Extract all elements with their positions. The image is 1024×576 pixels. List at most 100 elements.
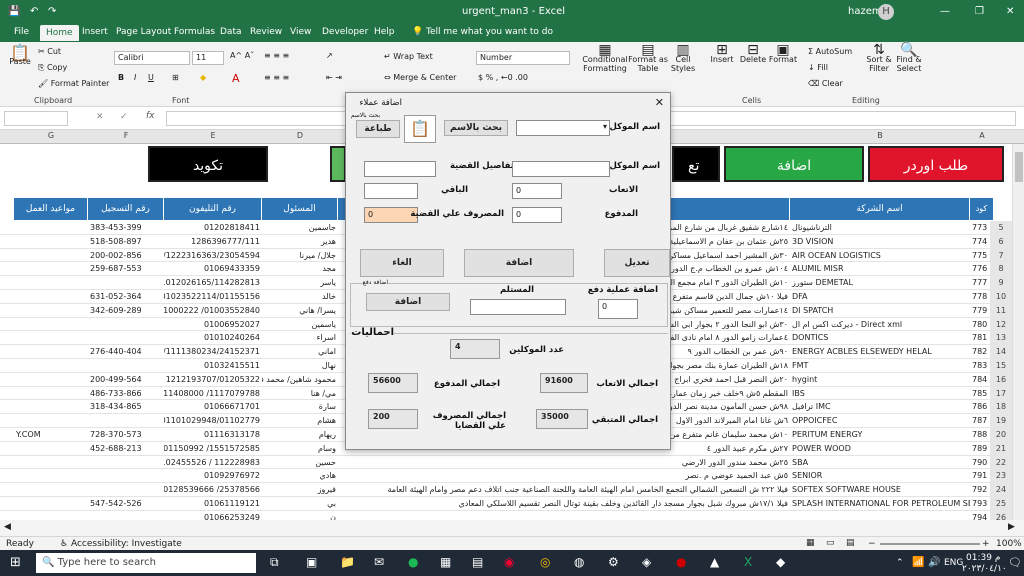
search-by-name-button[interactable]: بحث بالاسم xyxy=(444,120,508,136)
settings-icon[interactable]: ⚙ xyxy=(608,555,619,569)
row-header[interactable]: 5 xyxy=(990,221,1012,235)
cell-code[interactable]: 778 xyxy=(970,292,990,301)
mail-icon[interactable]: ✉ xyxy=(374,555,384,569)
cell-resp[interactable]: ريهام xyxy=(262,430,338,439)
cell-company[interactable]: SPLASH INTERNATIONAL FOR PETROLEUM SER xyxy=(790,499,970,508)
cell-resp[interactable]: مي/ هنا xyxy=(262,389,338,398)
takweed-button[interactable]: تكويد xyxy=(148,146,268,182)
tab-file[interactable]: File xyxy=(10,26,33,38)
cell-resp[interactable]: ياسمين xyxy=(262,320,338,329)
cell-tax[interactable]: 276-440-404 xyxy=(88,347,164,356)
cell-code[interactable]: 782 xyxy=(970,347,990,356)
cell-company[interactable]: hygint xyxy=(790,375,970,384)
cell-code[interactable]: 788 xyxy=(970,430,990,439)
cell-company[interactable]: POWER WOOD xyxy=(790,444,970,453)
merge-center-button[interactable]: ⇔ Merge & Center xyxy=(384,73,456,82)
chrome-icon[interactable]: ◎ xyxy=(540,555,550,569)
cell-tax[interactable]: 383-453-399 xyxy=(88,223,164,232)
cell-phone[interactable]: 01092976972 xyxy=(164,471,262,480)
zoom-slider[interactable] xyxy=(880,543,980,545)
table-row[interactable]: 01092976972 هادي ٥ش عبد الحميد عوضي م .نصر… xyxy=(0,469,1012,484)
receiver-input[interactable] xyxy=(470,299,566,315)
cell-code[interactable]: 793 xyxy=(970,499,990,508)
edit-button[interactable]: تعديل xyxy=(604,249,670,277)
cell-resp[interactable]: محمود شاهين/ محمد فرج xyxy=(262,375,338,384)
app-icon-5[interactable]: ◈ xyxy=(642,555,651,569)
undo-icon[interactable]: ↶ xyxy=(30,6,38,17)
partial-button[interactable]: تع xyxy=(672,146,720,182)
page-layout-icon[interactable]: ▭ xyxy=(826,538,835,548)
cell-phone[interactable]: 1117079788/ 11408000 xyxy=(164,389,262,398)
cell-company[interactable]: SBA xyxy=(790,458,970,467)
green-button-partial[interactable] xyxy=(330,146,346,182)
cell-code[interactable]: 785 xyxy=(970,389,990,398)
cell-resp[interactable]: سارة xyxy=(262,402,338,411)
add-payment-button[interactable]: اضافة xyxy=(366,293,450,311)
cell-code[interactable]: 789 xyxy=(970,444,990,453)
zoom-out-icon[interactable]: − xyxy=(868,539,876,549)
cell-company[interactable]: ALUMIL MISR xyxy=(790,264,970,273)
save-icon[interactable]: 💾 xyxy=(8,6,20,17)
italic-icon[interactable]: I xyxy=(134,73,136,82)
avatar[interactable]: H xyxy=(878,4,894,20)
order-button[interactable]: طلب اوردر xyxy=(868,146,1004,182)
scroll-thumb[interactable] xyxy=(1015,152,1023,182)
cell-company[interactable]: ستورز DEMETAL xyxy=(790,278,970,287)
redo-icon[interactable]: ↷ xyxy=(48,6,56,17)
clipboard-list-icon[interactable]: 📋 xyxy=(404,115,436,143)
cell-tax[interactable]: 631-052-364 xyxy=(88,292,164,301)
vertical-scrollbar[interactable] xyxy=(1012,144,1024,520)
file-explorer-icon[interactable]: 📁 xyxy=(340,555,355,569)
currency-icon[interactable]: $ % , ←0 .00 xyxy=(478,73,528,82)
header-responsible[interactable]: المسئول xyxy=(262,198,338,220)
col-g[interactable]: G xyxy=(14,131,88,140)
case-details-input[interactable] xyxy=(364,161,436,177)
cell-code[interactable]: 780 xyxy=(970,320,990,329)
table-row[interactable]: 25378566/ 0128539666 فيروز فيلا ٢٢٢ ش التس… xyxy=(0,483,1012,497)
payment-input[interactable]: 0 xyxy=(598,299,638,319)
underline-icon[interactable]: U xyxy=(148,73,154,82)
cell-resp[interactable]: جلال/ ميرنا xyxy=(262,251,338,260)
spotify-icon[interactable]: ● xyxy=(408,555,418,569)
row-header[interactable]: 16 xyxy=(990,372,1012,387)
print-button[interactable]: طباعة xyxy=(356,120,400,138)
row-header[interactable]: 11 xyxy=(990,303,1012,318)
cell-code[interactable]: 773 xyxy=(970,223,990,232)
add-button[interactable]: اضافة xyxy=(464,249,574,277)
cancel-button[interactable]: الغاء xyxy=(360,249,444,277)
clear-button[interactable]: ⌫ Clear xyxy=(808,79,843,88)
excel-icon[interactable]: X xyxy=(744,555,752,569)
cell-code[interactable]: 791 xyxy=(970,471,990,480)
task-view-icon[interactable]: ⧉ xyxy=(270,555,279,570)
cell-phone[interactable]: 1212193707/01205322 xyxy=(164,375,262,384)
wrap-text-button[interactable]: ↵ Wrap Text xyxy=(384,52,433,61)
orientation-icon[interactable]: ↗ xyxy=(326,51,333,60)
delete-cells-button[interactable]: ⊟ Delete xyxy=(738,43,768,64)
cell-resp[interactable]: اسراء xyxy=(262,333,338,342)
zoom-level[interactable]: 100% xyxy=(996,539,1022,549)
close-icon[interactable]: ✕ xyxy=(1006,6,1014,17)
cell-phone[interactable]: 01023522114/01155156 xyxy=(164,292,262,301)
header-company[interactable]: اسم الشركة xyxy=(790,198,970,220)
cell-resp[interactable]: ياسر xyxy=(262,278,338,287)
row-header[interactable]: 19 xyxy=(990,414,1012,428)
app-icon-1[interactable]: ▣ xyxy=(306,555,317,569)
cell-tax[interactable]: 318-434-865 xyxy=(88,402,164,411)
cell-company[interactable]: 3D VISION xyxy=(790,237,970,246)
fees-input[interactable]: 0 xyxy=(512,183,562,199)
tab-insert[interactable]: Insert xyxy=(78,26,112,38)
format-painter-button[interactable]: 🖌 Format Painter xyxy=(38,79,109,88)
notification-icon[interactable]: 🗨 xyxy=(1008,556,1022,569)
enter-icon[interactable]: ✓ xyxy=(120,112,128,122)
find-select-button[interactable]: 🔍 Find & Select xyxy=(894,43,924,73)
row-header[interactable]: 7 xyxy=(990,248,1012,263)
dialog-close-icon[interactable]: ✕ xyxy=(655,96,664,109)
app-icon-8[interactable]: ◆ xyxy=(776,555,785,569)
row-header[interactable]: 25 xyxy=(990,497,1012,511)
font-color-icon[interactable]: A xyxy=(232,72,240,85)
edge-icon[interactable]: ◍ xyxy=(574,555,584,569)
cell-company[interactable]: SOFTEX SOFTWARE HOUSE xyxy=(790,485,970,494)
search-box[interactable]: 🔍 Type here to search xyxy=(36,553,256,573)
scroll-left-icon[interactable]: ◀ xyxy=(4,522,11,532)
app-icon-6[interactable]: ● xyxy=(676,555,686,569)
